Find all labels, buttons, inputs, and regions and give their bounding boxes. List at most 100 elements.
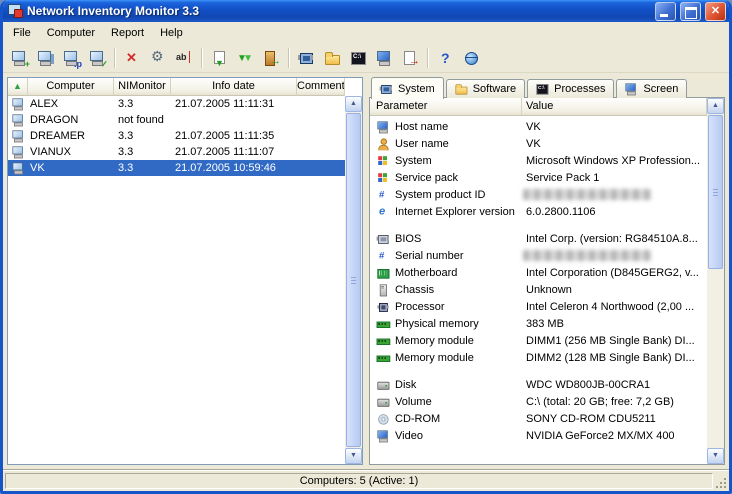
computers-panel: ▲ Computer NIMonitor Info date Comment A…	[7, 77, 363, 465]
tab-software[interactable]: Software	[446, 79, 525, 98]
VK[interactable]: VK 3.3 21.07.2005 10:59:46	[8, 160, 345, 176]
remote-install-button[interactable]	[258, 45, 284, 70]
scroll-down-icon[interactable]: ▼	[707, 448, 724, 464]
parameter-name: Processor	[395, 301, 523, 313]
rename-button[interactable]	[171, 45, 197, 70]
column-header-value[interactable]: Value	[522, 98, 707, 116]
tab-system[interactable]: System	[371, 77, 444, 99]
toolbar-icon	[176, 50, 192, 66]
parameter-name: Physical memory	[395, 318, 523, 330]
scroll-up-icon[interactable]: ▲	[707, 98, 724, 114]
parameter-row: Internet Explorer version 6.0.2800.1106	[370, 203, 707, 220]
menu-computer[interactable]: Computer	[39, 24, 103, 42]
scroll-down-icon[interactable]: ▼	[345, 448, 362, 464]
get-all-info-button[interactable]	[232, 45, 258, 70]
tab-screen[interactable]: Screen	[616, 79, 687, 98]
menu-help[interactable]: Help	[152, 24, 191, 42]
view-system-button[interactable]	[293, 45, 319, 70]
parameter-row: Service pack Service Pack 1	[370, 169, 707, 186]
parameter-icon	[377, 171, 390, 184]
sort-column-header[interactable]: ▲	[8, 78, 28, 96]
parameter-value: VK	[523, 121, 707, 133]
scrollbar-thumb[interactable]	[346, 113, 361, 447]
parameter-row: System product ID	[370, 186, 707, 203]
statusbar: Computers: 5 (Active: 1)	[3, 469, 729, 491]
parameter-name: Memory module	[395, 335, 523, 347]
view-software-button[interactable]	[319, 45, 345, 70]
VIANUX[interactable]: VIANUX 3.3 21.07.2005 11:11:07	[8, 144, 345, 160]
parameter-icon	[377, 283, 390, 296]
refresh-computer-button[interactable]: ✓	[84, 45, 110, 70]
parameter-icon	[377, 412, 390, 425]
computer-name: ALEX	[28, 96, 114, 112]
tab-processes[interactable]: Processes	[527, 79, 614, 98]
computer-comment	[297, 128, 345, 144]
parameter-value: Service Pack 1	[523, 172, 707, 184]
delete-computer-button[interactable]	[119, 45, 145, 70]
column-header-info-date[interactable]: Info date	[171, 78, 297, 96]
computer-info-date: 21.07.2005 11:11:07	[171, 144, 297, 160]
scroll-up-icon[interactable]: ▲	[345, 96, 362, 112]
computer-name: VIANUX	[28, 144, 114, 160]
toolbar-icon	[211, 50, 227, 66]
help-button[interactable]	[432, 45, 458, 70]
view-screen-button[interactable]	[371, 45, 397, 70]
titlebar[interactable]: Network Inventory Monitor 3.3	[3, 0, 729, 22]
parameter-icon	[377, 395, 390, 408]
computers-list: ALEX 3.3 21.07.2005 11:11:31 DRAGON not …	[8, 96, 345, 464]
parameter-row: Memory module DIMM1 (256 MB Single Bank)…	[370, 332, 707, 349]
parameter-icon	[377, 205, 390, 218]
computer-nimonitor-version: not found	[114, 112, 171, 128]
parameter-icon	[377, 300, 390, 313]
parameter-icon	[377, 188, 390, 201]
toolbar-icon	[124, 50, 140, 66]
DREAMER[interactable]: DREAMER 3.3 21.07.2005 11:11:35	[8, 128, 345, 144]
ALEX[interactable]: ALEX 3.3 21.07.2005 11:11:31	[8, 96, 345, 112]
parameter-icon	[377, 334, 390, 347]
resize-grip-icon[interactable]	[714, 476, 726, 488]
add-computer-button[interactable]: +	[6, 45, 32, 70]
menu-file[interactable]: File	[5, 24, 39, 42]
column-header-computer[interactable]: Computer	[28, 78, 114, 96]
add-computers-button[interactable]	[32, 45, 58, 70]
minimize-button[interactable]	[655, 2, 676, 21]
parameter-name: Disk	[395, 379, 523, 391]
DRAGON[interactable]: DRAGON not found	[8, 112, 345, 128]
column-header-comment[interactable]: Comment	[297, 78, 345, 96]
parameter-row: Chassis Unknown	[370, 281, 707, 298]
maximize-button[interactable]	[680, 2, 701, 21]
toolbar-icon	[437, 50, 453, 66]
parameter-row: Processor Intel Celeron 4 Northwood (2,0…	[370, 298, 707, 315]
view-processes-button[interactable]	[345, 45, 371, 70]
computer-info-date	[171, 112, 297, 128]
report-button[interactable]	[397, 45, 423, 70]
computer-icon	[12, 146, 25, 159]
parameter-value: Microsoft Windows XP Profession...	[523, 155, 707, 167]
tab-label: Processes	[554, 83, 605, 95]
close-button[interactable]	[705, 2, 726, 21]
parameter-icon	[377, 351, 390, 364]
parameter-name: BIOS	[395, 233, 523, 245]
column-header-nimonitor[interactable]: NIMonitor	[114, 78, 171, 96]
parameter-icon	[377, 137, 390, 150]
parameter-icon	[377, 120, 390, 133]
get-info-button[interactable]	[206, 45, 232, 70]
parameter-row: Video NVIDIA GeForce2 MX/MX 400	[370, 427, 707, 444]
detail-scrollbar[interactable]: ▲ ▼	[707, 98, 724, 464]
menu-report[interactable]: Report	[103, 24, 152, 42]
column-header-parameter[interactable]: Parameter	[370, 98, 522, 116]
tab-icon	[454, 83, 467, 96]
parameter-value: Unknown	[523, 284, 707, 296]
tab-label: Screen	[643, 83, 678, 95]
toolbar-icon	[402, 50, 418, 66]
scrollbar-thumb[interactable]	[708, 115, 723, 269]
computers-scrollbar[interactable]: ▲ ▼	[345, 96, 362, 464]
options-button[interactable]	[145, 45, 171, 70]
status-text: Computers: 5 (Active: 1)	[5, 473, 713, 489]
tab-label: Software	[473, 83, 516, 95]
tab-icon	[536, 83, 549, 96]
toolbar-button	[284, 45, 293, 70]
update-button[interactable]	[458, 45, 484, 70]
toolbar-icon: +	[11, 50, 27, 66]
add-by-ip-button[interactable]: ip	[58, 45, 84, 70]
